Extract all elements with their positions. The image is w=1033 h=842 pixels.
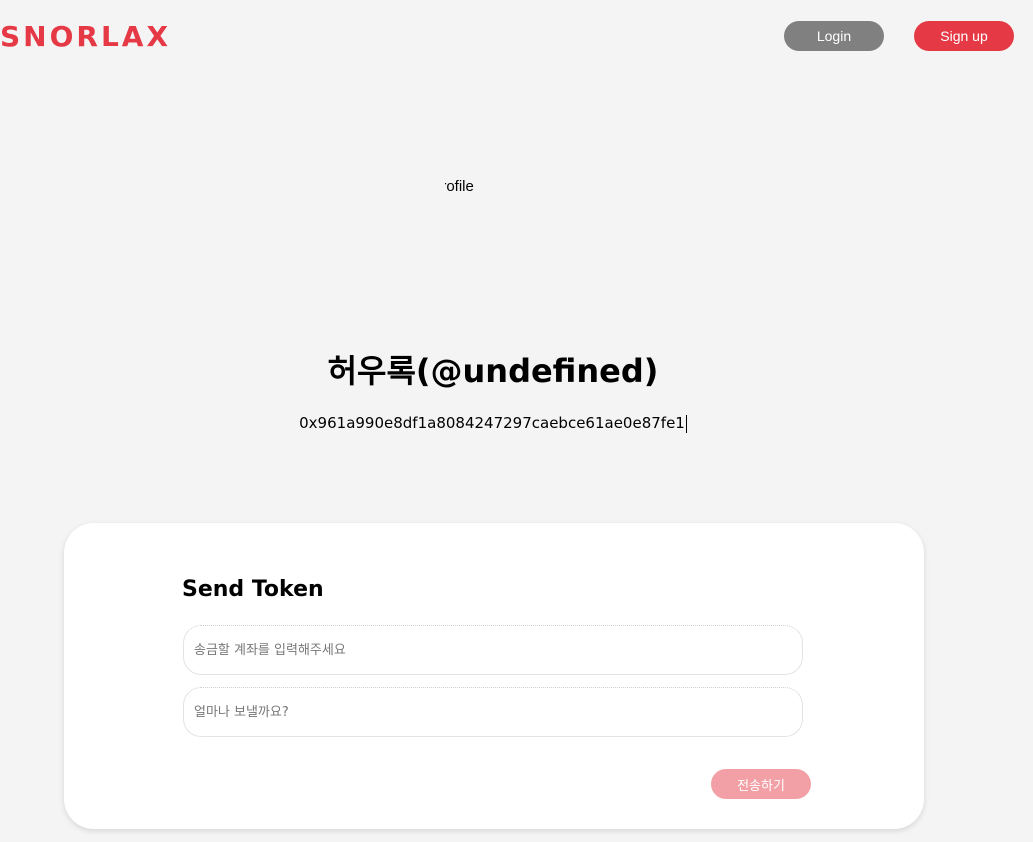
profile-image-alt-text: profile xyxy=(433,178,474,195)
text-cursor xyxy=(685,414,687,433)
profile-image-broken: profile xyxy=(445,178,474,196)
profile-name: 허우록(@undefined) xyxy=(327,352,659,390)
amount-input[interactable] xyxy=(183,687,803,737)
logo[interactable]: SNORLAX xyxy=(0,18,171,56)
wallet-address-row[interactable]: 0x961a990e8df1a8084247297caebce61ae0e87f… xyxy=(0,413,986,433)
signup-button[interactable]: Sign up xyxy=(914,21,1014,51)
send-token-card: Send Token 전송하기 xyxy=(64,523,924,829)
wallet-address[interactable]: 0x961a990e8df1a8084247297caebce61ae0e87f… xyxy=(299,414,685,432)
send-button[interactable]: 전송하기 xyxy=(711,769,811,799)
account-input[interactable] xyxy=(183,625,803,675)
send-token-title: Send Token xyxy=(182,577,324,602)
login-button[interactable]: Login xyxy=(784,21,884,51)
